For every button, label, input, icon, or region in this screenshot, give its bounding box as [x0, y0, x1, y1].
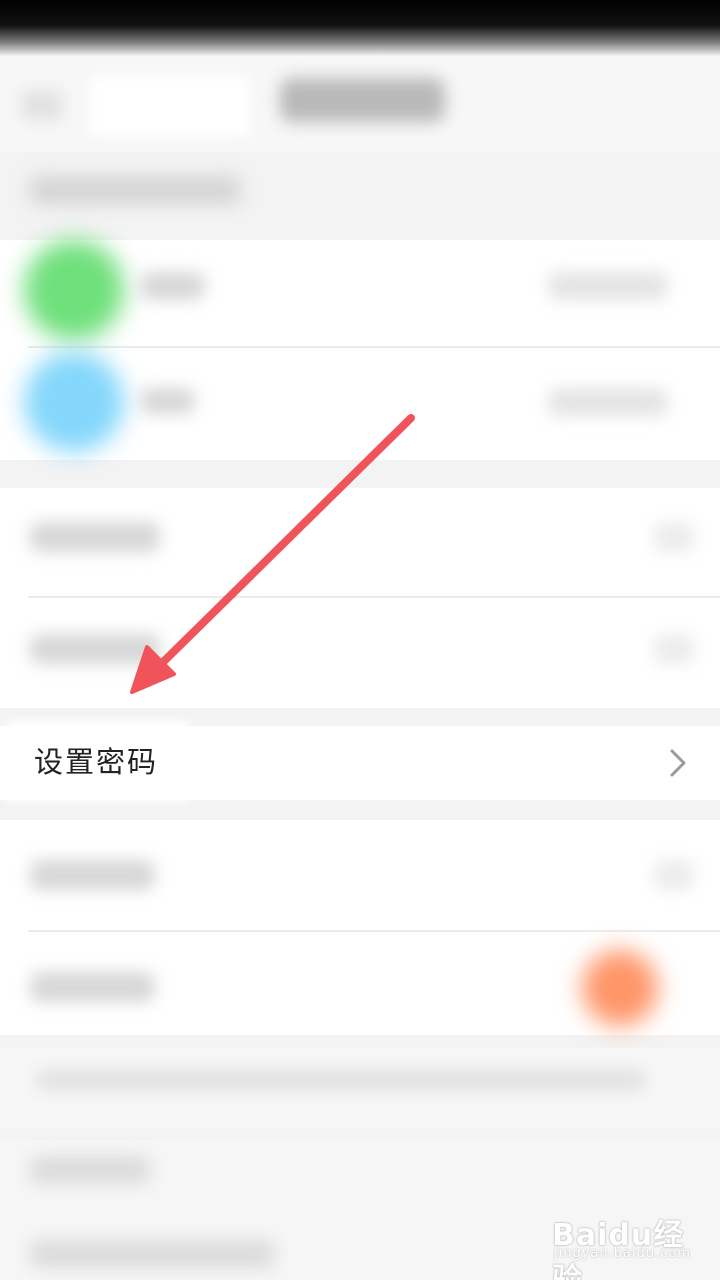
- nav-tab-blurred: [90, 76, 250, 136]
- chevron-right-icon-blurred: [654, 634, 694, 664]
- set-password-label: 设置密码: [34, 745, 159, 779]
- account-row-status-blurred[interactable]: [548, 272, 668, 300]
- footnote-text-blurred: [36, 1070, 646, 1090]
- security-settings-card: [0, 488, 720, 708]
- chevron-right-icon-blurred: [654, 522, 694, 552]
- bottom-row-label-blurred[interactable]: [30, 1240, 275, 1268]
- back-button-blurred[interactable]: [22, 90, 62, 120]
- settings-row-label-blurred[interactable]: [30, 634, 160, 664]
- divider: [28, 596, 720, 598]
- bottom-row-label-blurred[interactable]: [30, 1156, 150, 1184]
- toggle-switch-orange[interactable]: [582, 950, 658, 1026]
- chevron-right-icon-blurred: [654, 860, 694, 890]
- account-row-label-blurred: [140, 272, 205, 300]
- chevron-right-icon: [670, 749, 686, 777]
- account-row-status-blurred[interactable]: [548, 388, 668, 416]
- status-bar: [0, 0, 720, 56]
- settings-row-label-blurred[interactable]: [30, 860, 155, 890]
- divider: [28, 346, 720, 348]
- settings-screen: 设置密码 Baidu经验 jingyan.baidu.com: [0, 0, 720, 1280]
- divider: [28, 930, 720, 932]
- settings-row-label-blurred[interactable]: [30, 522, 160, 552]
- section-header-blurred: [30, 176, 240, 204]
- green-app-icon: [24, 240, 124, 340]
- settings-row-label-blurred[interactable]: [30, 972, 155, 1002]
- page-title-blurred: [280, 78, 445, 122]
- blue-app-icon: [24, 352, 124, 452]
- account-row-label-blurred: [140, 388, 195, 414]
